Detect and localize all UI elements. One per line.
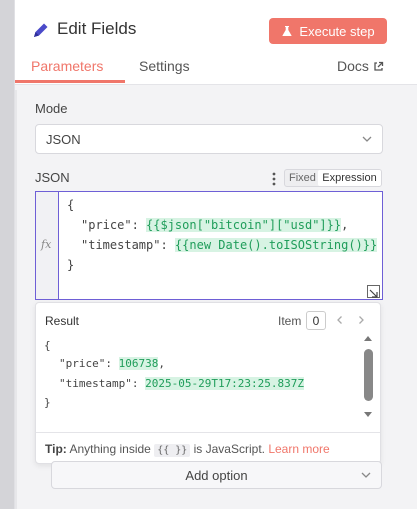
code-line-price: "price": {{$json["bitcoin"]["usd"]}}, [81, 218, 348, 232]
toggle-expression[interactable]: Expression [318, 170, 381, 186]
fx-icon: fx [41, 238, 52, 251]
resize-arrow-icon [369, 289, 378, 298]
tip-code: {{ }} [154, 444, 191, 457]
code-timestamp-expression: {{new Date().toISOString()}} [174, 238, 378, 252]
add-option-button[interactable]: Add option [51, 461, 382, 489]
tip-bar: Tip: Anything inside {{ }} is JavaScript… [36, 432, 380, 464]
scroll-up-icon[interactable] [363, 334, 373, 342]
result-line-price: "price": 106738, [59, 357, 165, 370]
item-label: Item [278, 314, 302, 328]
item-index-input[interactable]: 0 [306, 311, 326, 330]
docs-label: Docs [337, 58, 369, 74]
scrollbar-thumb[interactable] [364, 349, 373, 401]
result-line-close: } [44, 396, 51, 409]
code-line-timestamp: "timestamp": {{new Date().toISOString()}… [81, 238, 378, 252]
fixed-expression-toggle[interactable]: Fixed Expression [284, 169, 382, 187]
execute-step-label: Execute step [299, 23, 375, 39]
previous-item-icon[interactable] [335, 315, 345, 325]
code-price-key: "price": [81, 218, 147, 232]
mode-label: Mode [35, 101, 68, 116]
expand-editor-icon[interactable] [367, 285, 380, 298]
tip-text-part1: Anything inside [66, 442, 155, 456]
result-preview: Result Item 0 { "price": 106738, "timest… [35, 302, 381, 464]
execute-step-button[interactable]: Execute step [269, 18, 387, 44]
active-tab-indicator [15, 80, 125, 83]
result-price-value: 106738 [118, 357, 159, 370]
page-title: Edit Fields [57, 19, 137, 38]
expression-editor[interactable]: fx { "price": {{$json["bitcoin"]["usd"]}… [35, 191, 383, 300]
code-price-suffix: , [341, 218, 349, 232]
docs-link[interactable]: Docs [337, 58, 384, 74]
code-line-close: } [67, 258, 75, 272]
tip-text: Tip: Anything inside {{ }} is JavaScript… [45, 442, 330, 457]
code-timestamp-key: "timestamp": [81, 238, 175, 252]
fx-gutter: fx [36, 192, 59, 299]
result-timestamp-value: 2025-05-29T17:23:25.837Z [145, 377, 305, 390]
toggle-fixed[interactable]: Fixed [289, 172, 316, 184]
result-line-timestamp: "timestamp": 2025-05-29T17:23:25.837Z [59, 377, 305, 390]
external-link-icon [374, 61, 384, 71]
tab-settings[interactable]: Settings [139, 58, 190, 74]
learn-more-link[interactable]: Learn more [268, 442, 329, 456]
edit-fields-panel: Edit Fields Execute step Parameters Sett… [14, 0, 417, 509]
tip-label: Tip: [45, 442, 67, 456]
scroll-down-icon[interactable] [363, 411, 373, 419]
mode-value: JSON [46, 131, 81, 147]
result-price-key: "price": [59, 357, 119, 370]
result-price-suffix: , [158, 357, 165, 370]
mode-select[interactable]: JSON [35, 124, 383, 154]
code-line-open: { [67, 198, 75, 212]
panel-header: Edit Fields Execute step Parameters Sett… [15, 0, 417, 85]
left-divider [15, 90, 17, 509]
pencil-icon [34, 23, 48, 37]
tip-text-part2: is JavaScript. [190, 442, 269, 456]
result-title: Result [45, 314, 80, 328]
flask-icon [282, 26, 293, 36]
add-option-label: Add option [185, 467, 248, 483]
chevron-down-icon [362, 136, 372, 142]
more-options-icon[interactable] [272, 172, 276, 186]
tab-parameters[interactable]: Parameters [31, 58, 103, 74]
result-timestamp-key: "timestamp": [59, 377, 146, 390]
json-label: JSON [35, 170, 70, 185]
code-price-expression: {{$json["bitcoin"]["usd"]}} [146, 218, 342, 232]
result-line-open: { [44, 339, 51, 352]
chevron-down-icon [361, 472, 371, 478]
next-item-icon[interactable] [356, 315, 366, 325]
